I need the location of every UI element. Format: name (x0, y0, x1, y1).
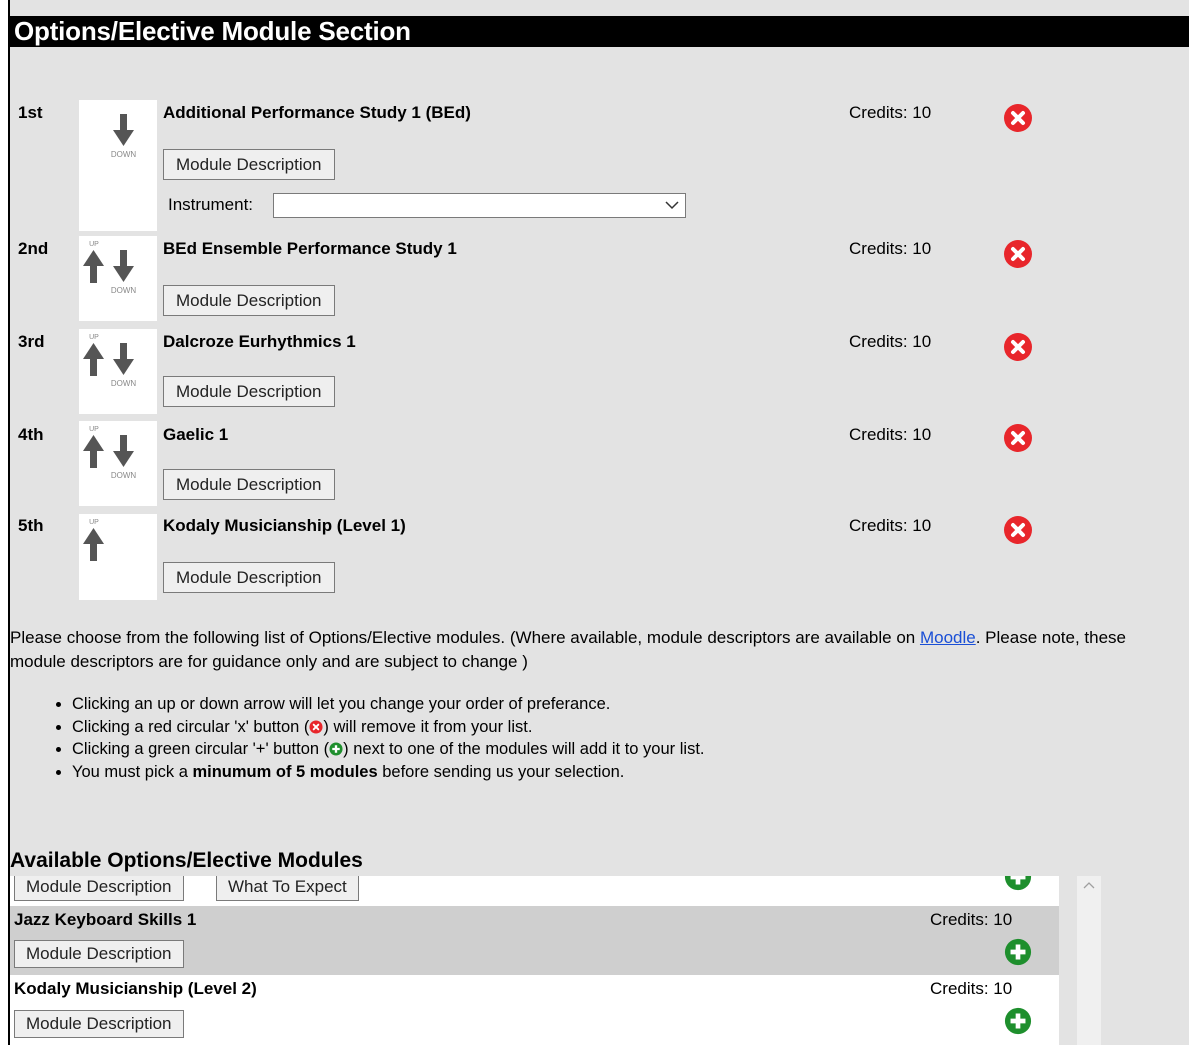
table-row: Jazz Keyboard Skills 1 Credits: 10 Modul… (10, 906, 1059, 975)
intro-part1: Please choose from the following list of… (10, 628, 920, 647)
module-name: Kodaly Musicianship (Level 2) (14, 979, 257, 998)
scrollbar[interactable] (1077, 876, 1101, 1045)
instruction-list: Clicking an up or down arrow will let yo… (52, 693, 705, 783)
remove-icon[interactable] (1003, 423, 1033, 453)
rank-label: 1st (18, 103, 43, 122)
down-label: DOWN (111, 471, 137, 480)
remove-icon[interactable] (1003, 515, 1033, 545)
module-description-button[interactable]: Module Description (163, 149, 335, 180)
rank-label: 3rd (18, 332, 45, 351)
moodle-link[interactable]: Moodle (920, 628, 976, 647)
remove-icon (309, 719, 323, 734)
move-up-icon[interactable]: UP (83, 334, 104, 376)
add-icon[interactable] (1004, 938, 1032, 966)
instruction-text: You must pick a (72, 762, 193, 781)
up-label: UP (89, 519, 99, 526)
module-credits: Credits: 10 (849, 103, 932, 122)
remove-icon[interactable] (1003, 239, 1033, 269)
module-name: Dalcroze Eurhythmics 1 (163, 332, 356, 351)
instruction-text: ) will remove it from your list. (323, 717, 533, 736)
module-name: Additional Performance Study 1 (BEd) (163, 103, 471, 122)
chevron-down-icon (665, 201, 679, 210)
module-description-button[interactable]: Module Description (163, 376, 335, 407)
remove-icon[interactable] (1003, 103, 1033, 133)
down-label: DOWN (111, 286, 137, 295)
reorder-box: UP DOWN (79, 236, 157, 321)
intro-text: Please choose from the following list of… (10, 626, 1180, 674)
reorder-box: UP DOWN (79, 421, 157, 506)
module-description-button[interactable]: Module Description (163, 469, 335, 500)
reorder-box: DOWN (79, 100, 157, 231)
module-credits: Credits: 10 (930, 979, 1013, 998)
module-description-button[interactable]: Module Description (14, 1010, 184, 1038)
remove-icon[interactable] (1003, 332, 1033, 362)
available-modules-title: Available Options/Elective Modules (10, 849, 363, 872)
module-description-button[interactable]: Module Description (14, 876, 184, 901)
list-item: Clicking a red circular 'x' button ( ) wi… (72, 716, 705, 739)
move-down-icon[interactable]: DOWN (111, 250, 137, 295)
up-label: UP (89, 426, 99, 433)
down-label: DOWN (111, 379, 137, 388)
list-item: Clicking a green circular '+' button ( ) … (72, 738, 705, 761)
module-credits: Credits: 10 (849, 239, 932, 258)
instruction-text: before sending us your selection. (377, 762, 625, 781)
module-description-button[interactable]: Module Description (14, 940, 184, 968)
available-modules-list[interactable]: Module Description What To Expect Jazz K… (10, 876, 1059, 1045)
up-down-arrows: UP DOWN (83, 241, 137, 295)
up-arrow-box: UP (83, 519, 104, 561)
scroll-up-icon[interactable] (1077, 876, 1101, 896)
move-up-icon[interactable]: UP (83, 241, 104, 283)
module-name: Gaelic 1 (163, 425, 229, 444)
add-icon (329, 742, 343, 756)
what-to-expect-button[interactable]: What To Expect (216, 876, 359, 901)
module-credits: Credits: 10 (849, 425, 932, 444)
list-item: Clicking an up or down arrow will let yo… (72, 693, 705, 716)
instrument-select[interactable] (273, 193, 686, 218)
instruction-text: ) next to one of the modules will add it… (343, 740, 705, 758)
move-up-icon[interactable]: UP (83, 519, 104, 561)
table-row: Kodaly Musicianship (Level 2) Credits: 1… (10, 975, 1059, 1045)
rank-label: 4th (18, 425, 44, 444)
reorder-box: UP DOWN (79, 329, 157, 414)
module-description-button[interactable]: Module Description (163, 285, 335, 316)
instruction-text: Clicking an up or down arrow will let yo… (72, 695, 611, 713)
move-down-icon[interactable]: DOWN (79, 100, 157, 170)
list-item: You must pick a minumum of 5 modules bef… (72, 761, 705, 784)
move-up-icon[interactable]: UP (83, 426, 104, 468)
instruction-text: Clicking a green circular '+' button ( (72, 740, 330, 758)
module-credits: Credits: 10 (849, 332, 932, 351)
add-icon[interactable] (1004, 876, 1032, 891)
module-name: Kodaly Musicianship (Level 1) (163, 516, 406, 535)
instruction-text: Clicking a red circular 'x' button ( (72, 717, 310, 736)
add-icon[interactable] (1004, 1007, 1032, 1035)
up-label: UP (89, 334, 99, 341)
section-title: Options/Elective Module Section (14, 16, 411, 46)
instrument-label: Instrument: (168, 195, 254, 214)
up-label: UP (89, 241, 99, 248)
module-credits: Credits: 10 (930, 910, 1013, 929)
down-label: DOWN (111, 150, 137, 159)
module-name: Jazz Keyboard Skills 1 (14, 910, 197, 929)
move-down-icon[interactable]: DOWN (111, 435, 137, 480)
rank-label: 5th (18, 516, 44, 535)
rank-label: 2nd (18, 239, 49, 258)
module-description-button[interactable]: Module Description (163, 562, 335, 593)
reorder-box: UP (79, 514, 157, 600)
module-name: BEd Ensemble Performance Study 1 (163, 239, 457, 258)
module-credits: Credits: 10 (849, 516, 932, 535)
up-down-arrows: UP DOWN (83, 426, 137, 480)
up-down-arrows: UP DOWN (83, 334, 137, 388)
move-down-icon[interactable]: DOWN (111, 343, 137, 388)
instruction-emphasis: minumum of 5 modules (192, 762, 378, 781)
list-item: Module Description What To Expect (10, 876, 1059, 906)
